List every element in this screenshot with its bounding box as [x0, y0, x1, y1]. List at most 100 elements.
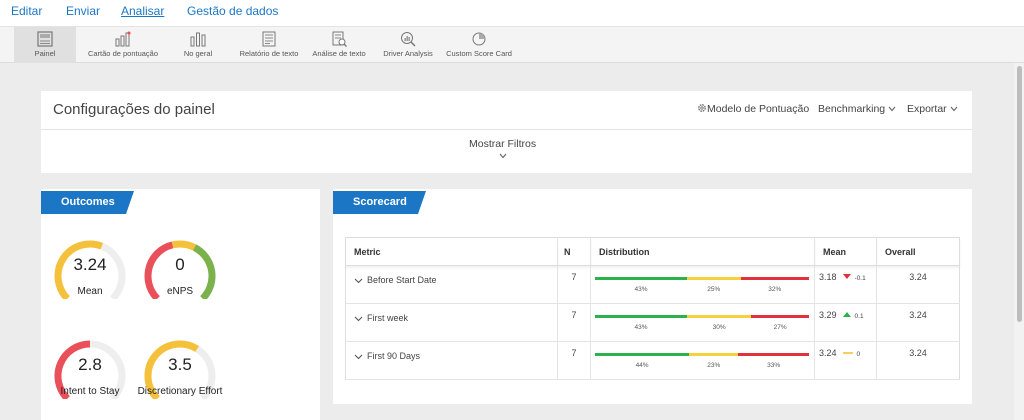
dashboard-settings-panel: Configurações do painel Modelo de Pontua…	[41, 91, 972, 173]
distribution-percent: 33%	[767, 362, 781, 369]
chevron-down-icon[interactable]	[354, 278, 363, 284]
distribution-segment	[595, 315, 688, 318]
column-header-mean[interactable]: Mean	[814, 237, 877, 266]
toolbar-custom-score-card[interactable]: Custom Score Card	[443, 27, 515, 63]
menu-analisar[interactable]: Analisar	[121, 4, 164, 18]
analysis-toolbar: Painel Cartão de pontuação No geral Rela…	[0, 26, 1024, 63]
distribution-segment	[740, 277, 809, 280]
text-report-icon	[262, 31, 276, 47]
distribution-segment	[738, 353, 809, 356]
menu-gestao-de-dados[interactable]: Gestão de dados	[187, 4, 278, 18]
gauge-value: 3.5	[168, 355, 192, 374]
chevron-down-icon	[950, 106, 958, 112]
chevron-down-icon	[499, 153, 507, 159]
scoring-model-label: Modelo de Pontuação	[707, 103, 810, 115]
n-cell: 7	[557, 341, 591, 380]
trend-up-icon	[842, 312, 851, 317]
distribution-cell: 43% 25% 32%	[590, 265, 815, 304]
toolbar-analise-de-texto[interactable]: Análise de texto	[307, 27, 371, 63]
mean-delta: 0.1	[854, 313, 864, 320]
column-header-n[interactable]: N	[557, 237, 591, 266]
export-label: Exportar	[907, 103, 947, 115]
mean-value: 3.29	[819, 310, 837, 320]
text-analysis-icon	[332, 31, 347, 47]
distribution-percent: 43%	[634, 286, 648, 293]
distribution-segment	[595, 277, 688, 280]
chevron-down-icon[interactable]	[354, 316, 363, 322]
gauge-label: eNPS	[166, 286, 194, 297]
menu-enviar[interactable]: Enviar	[66, 4, 100, 18]
distribution-segment	[687, 315, 752, 318]
table-row[interactable]: First week 7 43% 30% 27% 3.29 0.1 3.24	[345, 303, 960, 342]
distribution-cell: 44% 23% 33%	[590, 341, 815, 380]
toolbar-label: Custom Score Card	[446, 49, 512, 58]
distribution-percent: 27%	[773, 324, 787, 331]
distribution-percent: 30%	[712, 324, 726, 331]
gauge-segment	[171, 240, 197, 251]
distribution-percent: 44%	[635, 362, 649, 369]
column-header-metric[interactable]: Metric	[345, 237, 558, 266]
dashboard-icon	[37, 31, 53, 47]
toolbar-painel[interactable]: Painel	[14, 27, 76, 63]
toolbar-relatorio-de-texto[interactable]: Relatório de texto	[233, 27, 305, 63]
scoring-model-button[interactable]: Modelo de Pontuação	[697, 103, 809, 115]
gauge-label: Discretionary Effort	[137, 386, 223, 397]
mean-cell: 3.18 -0.1	[814, 265, 877, 304]
distribution-percent: 43%	[634, 324, 648, 331]
gauge-enps: 0 eNPS	[143, 239, 223, 304]
distribution-segment	[595, 353, 690, 356]
trend-flat-icon	[842, 352, 853, 354]
toolbar-cartao-de-pontuacao[interactable]: Cartão de pontuação	[80, 27, 166, 63]
metric-name: First 90 Days	[367, 351, 421, 361]
scorecard-chart-icon	[115, 31, 131, 47]
gauge-value: 3.24	[73, 255, 107, 274]
distribution-percent: 23%	[707, 362, 721, 369]
metric-cell[interactable]: First 90 Days	[345, 341, 558, 380]
top-menu-bar: Editar Enviar Analisar Gestão de dados	[0, 0, 1024, 26]
gauge-label: Mean	[77, 286, 103, 297]
show-filters-toggle[interactable]: Mostrar Filtros	[469, 138, 536, 159]
n-cell: 7	[557, 303, 591, 342]
metric-cell[interactable]: First week	[345, 303, 558, 342]
benchmarking-label: Benchmarking	[818, 103, 886, 115]
bar-chart-icon	[190, 32, 206, 47]
distribution-segment	[687, 277, 741, 280]
toolbar-label: Relatório de texto	[239, 49, 299, 58]
metric-cell[interactable]: Before Start Date	[345, 265, 558, 304]
gauge-value: 0	[175, 255, 185, 274]
outcomes-panel: Outcomes 3.24 Mean 0 eNPS 2.8 Intent to Stay 3…	[41, 189, 320, 420]
table-row[interactable]: First 90 Days 7 44% 23% 33% 3.24 0 3.24	[345, 341, 960, 380]
distribution-bar	[595, 315, 809, 318]
toolbar-driver-analysis[interactable]: Driver Analysis	[378, 27, 438, 63]
table-row[interactable]: Before Start Date 7 43% 25% 32% 3.18 -0.1 3…	[345, 265, 960, 304]
overall-cell: 3.24	[876, 265, 960, 304]
mean-delta: 0	[856, 351, 861, 358]
toolbar-label: Painel	[34, 49, 56, 58]
benchmarking-dropdown[interactable]: Benchmarking	[818, 103, 896, 115]
toolbar-label: No geral	[183, 49, 213, 58]
n-cell: 7	[557, 265, 591, 304]
show-filters-label: Mostrar Filtros	[469, 138, 537, 150]
gauge-discretionary-effort: 3.5 Discretionary Effort	[138, 339, 223, 404]
gauge-value: 2.8	[78, 355, 102, 374]
toolbar-label: Análise de texto	[312, 49, 366, 58]
overall-cell: 3.24	[876, 341, 960, 380]
scorecard-table: Metric N Distribution Mean Overall Befor…	[345, 237, 960, 380]
metric-name: First week	[367, 313, 409, 323]
metric-name: Before Start Date	[367, 275, 437, 285]
mean-value: 3.24	[819, 348, 837, 358]
gear-icon	[698, 104, 706, 112]
export-dropdown[interactable]: Exportar	[907, 103, 958, 115]
mean-cell: 3.29 0.1	[814, 303, 877, 342]
chevron-down-icon	[888, 106, 896, 112]
chevron-down-icon[interactable]	[354, 354, 363, 360]
column-header-distribution[interactable]: Distribution	[590, 237, 815, 266]
gauge-label: Intent to Stay	[60, 386, 120, 397]
mean-delta: -0.1	[854, 275, 866, 282]
column-header-overall[interactable]: Overall	[876, 237, 960, 266]
scrollbar-thumb[interactable]	[1017, 66, 1022, 322]
pie-icon	[472, 32, 486, 46]
menu-editar[interactable]: Editar	[11, 4, 42, 18]
gauge-intent-to-stay: 2.8 Intent to Stay	[53, 339, 133, 404]
toolbar-no-geral[interactable]: No geral	[178, 27, 218, 63]
